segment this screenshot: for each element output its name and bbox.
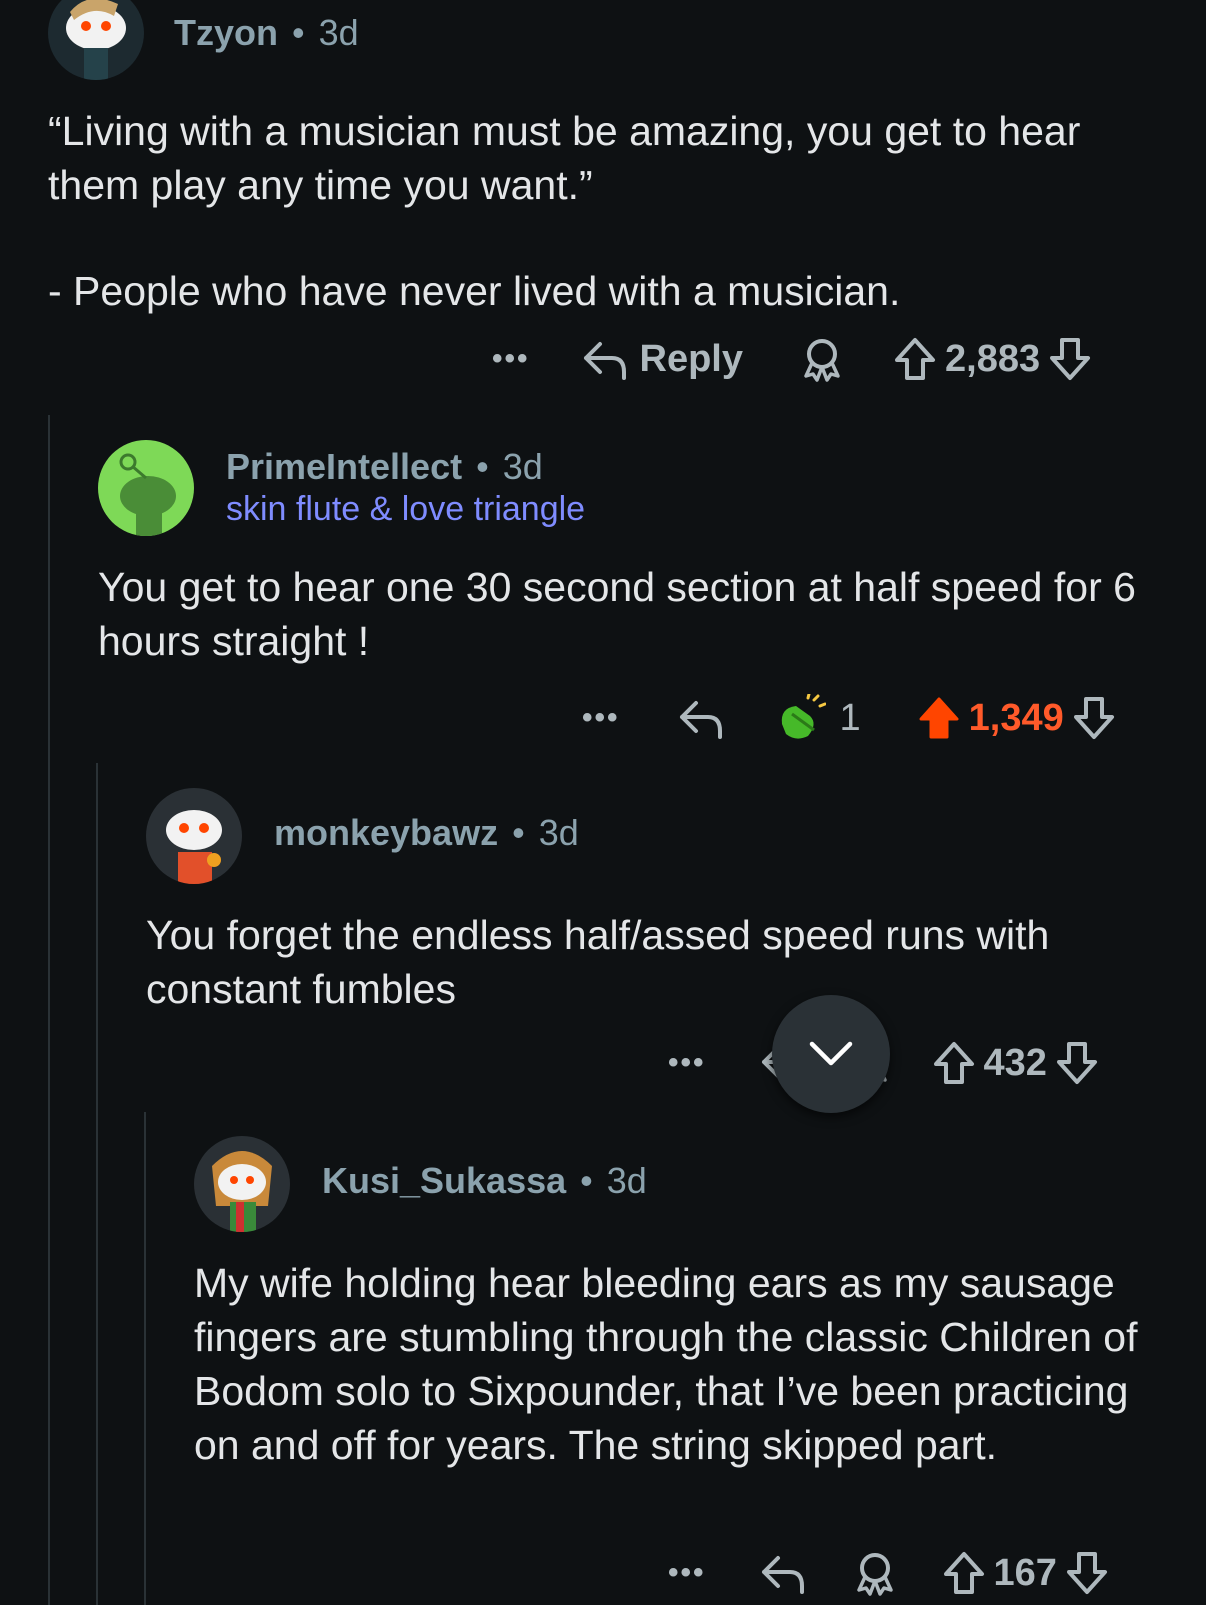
vote-score: 432 bbox=[983, 1041, 1047, 1084]
comment-body: My wife holding hear bleeding ears as my… bbox=[194, 1256, 1144, 1472]
comment-author[interactable]: PrimeIntellect bbox=[226, 446, 462, 488]
jump-to-next-button[interactable] bbox=[772, 995, 890, 1113]
downvote-button[interactable] bbox=[1055, 1040, 1099, 1086]
downvote-icon bbox=[1073, 697, 1114, 739]
comment-age: 3d bbox=[502, 446, 543, 487]
snoo-avatar-icon bbox=[119, 453, 176, 536]
upvote-button[interactable] bbox=[942, 1550, 986, 1596]
award-button[interactable]: 1 bbox=[774, 694, 861, 742]
comment-paragraph: “Living with a musician must be amazing,… bbox=[48, 108, 1081, 208]
comment-age: 3d bbox=[538, 812, 579, 853]
reply-button[interactable] bbox=[760, 1552, 806, 1594]
vote-score: 167 bbox=[993, 1551, 1057, 1594]
award-button[interactable] bbox=[799, 336, 845, 382]
more-options-button[interactable]: ••• bbox=[668, 1046, 706, 1080]
snoo-avatar-icon bbox=[212, 1151, 272, 1232]
clapping-hands-award-icon bbox=[781, 694, 826, 739]
user-flair: skin flute & love triangle bbox=[226, 490, 586, 528]
downvote-button[interactable] bbox=[1065, 1550, 1109, 1596]
separator-dot: • bbox=[512, 812, 525, 853]
downvote-icon bbox=[1050, 338, 1091, 380]
more-options-button[interactable]: ••• bbox=[582, 701, 620, 735]
comment-paragraph: - People who have never lived with a mus… bbox=[48, 268, 901, 314]
award-count: 1 bbox=[839, 696, 861, 739]
separator-dot: • bbox=[580, 1160, 593, 1201]
upvote-icon bbox=[895, 338, 935, 380]
reply-button[interactable] bbox=[678, 697, 724, 739]
downvote-icon bbox=[1056, 1042, 1097, 1084]
comment-actions: ••• 1 1,349 bbox=[582, 694, 1116, 742]
comment-author[interactable]: Tzyon bbox=[174, 12, 278, 54]
downvote-icon bbox=[1066, 1552, 1107, 1594]
avatar[interactable] bbox=[98, 440, 194, 536]
vote-score: 1,349 bbox=[968, 696, 1064, 739]
reply-icon bbox=[679, 701, 722, 739]
downvote-button[interactable] bbox=[1072, 695, 1116, 741]
more-options-button[interactable]: ••• bbox=[492, 342, 530, 376]
avatar[interactable] bbox=[48, 0, 144, 80]
upvote-icon bbox=[933, 1042, 974, 1084]
award-button[interactable] bbox=[852, 1550, 898, 1596]
thread-line-level-3[interactable] bbox=[144, 1112, 146, 1605]
comment-body: You get to hear one 30 second section at… bbox=[98, 560, 1188, 668]
comment-body: You forget the endless half/assed speed … bbox=[146, 908, 1176, 1016]
comment-actions: ••• 167 bbox=[668, 1550, 1109, 1596]
thread-line-level-2[interactable] bbox=[96, 763, 98, 1605]
award-icon bbox=[804, 339, 840, 382]
comment-author[interactable]: monkeybawz bbox=[274, 812, 498, 854]
more-options-button[interactable]: ••• bbox=[668, 1556, 706, 1590]
avatar[interactable] bbox=[146, 788, 242, 884]
snoo-avatar-icon bbox=[66, 0, 126, 80]
award-icon bbox=[856, 1553, 893, 1596]
upvote-icon bbox=[919, 697, 959, 739]
upvote-icon bbox=[943, 1552, 984, 1594]
comment-age: 3d bbox=[606, 1160, 647, 1201]
comment-body: “Living with a musician must be amazing,… bbox=[48, 104, 1158, 318]
chevron-down-icon bbox=[809, 1041, 853, 1066]
downvote-button[interactable] bbox=[1048, 336, 1092, 382]
upvote-button-active[interactable] bbox=[917, 695, 961, 741]
vote-score: 2,883 bbox=[945, 337, 1041, 380]
upvote-button[interactable] bbox=[932, 1040, 976, 1086]
comment-paragraph: You get to hear one 30 second section at… bbox=[98, 564, 1136, 664]
comment-paragraph: You forget the endless half/assed speed … bbox=[146, 912, 1050, 1012]
snoo-avatar-icon bbox=[166, 810, 222, 884]
reply-icon bbox=[583, 342, 626, 380]
reply-button[interactable]: Reply bbox=[582, 338, 743, 381]
avatar[interactable] bbox=[194, 1136, 290, 1232]
reply-icon bbox=[761, 1556, 804, 1594]
upvote-button[interactable] bbox=[893, 336, 937, 382]
comment-paragraph: My wife holding hear bleeding ears as my… bbox=[194, 1260, 1138, 1468]
reply-label: Reply bbox=[639, 337, 743, 380]
separator-dot: • bbox=[292, 12, 305, 53]
comment-author[interactable]: Kusi_Sukassa bbox=[322, 1160, 566, 1202]
comment-actions: ••• Reply 2,883 bbox=[492, 336, 1092, 382]
thread-line-level-1[interactable] bbox=[48, 415, 50, 1605]
separator-dot: • bbox=[476, 446, 489, 487]
comment-age: 3d bbox=[318, 12, 359, 53]
